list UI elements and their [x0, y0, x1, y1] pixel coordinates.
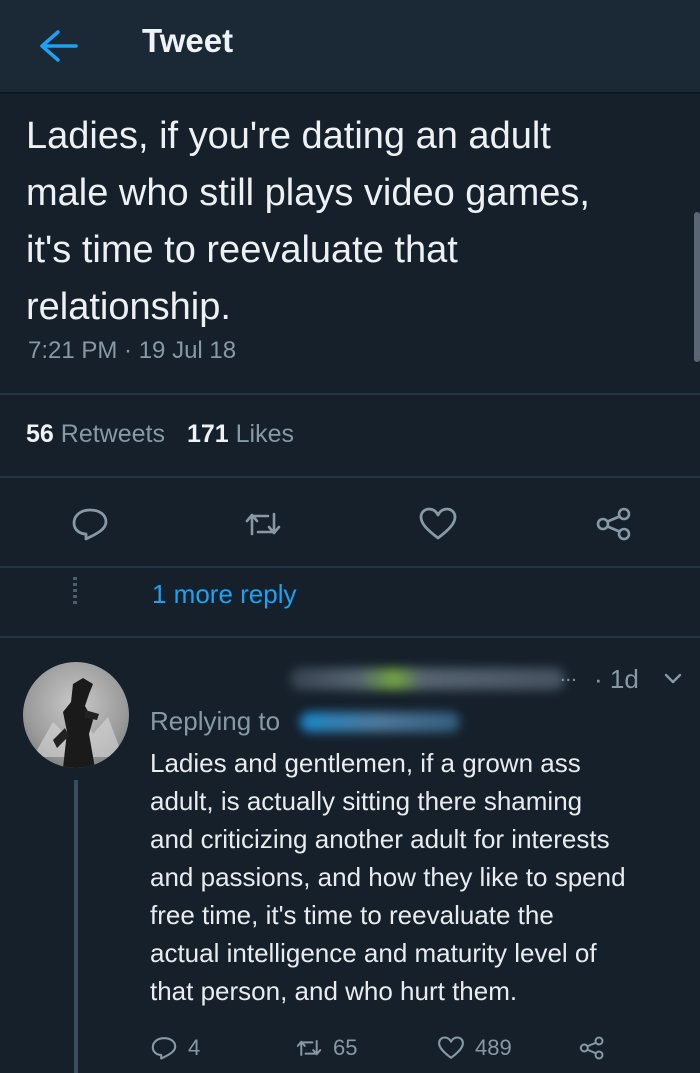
divider: [0, 566, 700, 568]
share-icon[interactable]: [594, 506, 634, 542]
reply-retweet-button[interactable]: 65: [295, 1032, 357, 1064]
retweets-stat[interactable]: 56 Retweets: [26, 420, 165, 448]
reply-text-line: and criticizing another adult for intere…: [150, 824, 610, 854]
divider: [0, 636, 700, 638]
retweets-count: 56: [26, 420, 54, 448]
likes-label: Likes: [235, 420, 295, 448]
reply-retweets-count: 65: [333, 1035, 358, 1060]
reply-text-line: adult, is actually sitting there shaming: [150, 786, 583, 816]
tweet-text-line: it's time to reevaluate that: [26, 229, 458, 271]
reply-likes-count: 489: [475, 1035, 512, 1060]
reply-share-button[interactable]: [578, 1032, 616, 1064]
redacted-display-name: [290, 668, 565, 690]
tweet-text-line: male who still plays video games,: [26, 172, 590, 214]
likes-stat[interactable]: 171 Likes: [187, 420, 294, 448]
reply-age: · 1d: [594, 664, 639, 694]
like-icon: [438, 1036, 464, 1059]
redacted-handle[interactable]: [300, 712, 460, 732]
reply-icon[interactable]: [70, 506, 110, 542]
divider: [0, 476, 700, 478]
top-bar: Tweet: [0, 0, 700, 94]
reply-text-line: and passions, and how they like to spend: [150, 862, 626, 892]
thread-dots: [73, 577, 77, 605]
reply-text: Ladies and gentlemen, if a grown ass adu…: [150, 744, 690, 1010]
reply-text-line: that person, and who hurt them.: [150, 976, 518, 1006]
likes-count: 171: [186, 420, 229, 448]
scrollbar[interactable]: [694, 212, 700, 362]
name-ellipsis: ...: [560, 664, 577, 686]
page-title: Tweet: [142, 22, 234, 59]
tweet-text-line: Ladies, if you're dating an adult: [26, 115, 551, 157]
godzilla-avatar-icon: [33, 678, 123, 768]
chevron-down-icon[interactable]: [664, 672, 682, 686]
divider: [0, 393, 700, 395]
back-arrow-icon[interactable]: [36, 26, 80, 66]
retweet-icon[interactable]: [243, 506, 283, 542]
share-icon: [579, 1036, 604, 1060]
tweet-stats: 56 Retweets 171 Likes: [26, 420, 294, 449]
avatar[interactable]: [23, 662, 129, 768]
reply-reply-button[interactable]: 4: [150, 1032, 200, 1064]
reply-like-button[interactable]: 489: [437, 1032, 512, 1064]
like-icon[interactable]: [418, 506, 458, 542]
thread-line: [74, 780, 78, 1073]
tweet-text: Ladies, if you're dating an adult male w…: [26, 108, 676, 336]
reply-text-line: free time, it's time to reevaluate the: [150, 900, 554, 930]
more-replies-link[interactable]: 1 more reply: [152, 579, 297, 610]
reply-icon: [151, 1037, 177, 1060]
tweet-text-line: relationship.: [26, 286, 231, 328]
reply-text-line: actual intelligence and maturity level o…: [150, 938, 597, 968]
tweet-timestamp[interactable]: 7:21 PM · 19 Jul 18: [28, 337, 236, 365]
retweet-icon: [296, 1040, 322, 1056]
replying-to-label: Replying to: [150, 706, 281, 736]
retweets-label: Retweets: [60, 420, 165, 448]
reply-replies-count: 4: [188, 1035, 201, 1060]
reply-text-line: Ladies and gentlemen, if a grown ass: [150, 748, 581, 778]
